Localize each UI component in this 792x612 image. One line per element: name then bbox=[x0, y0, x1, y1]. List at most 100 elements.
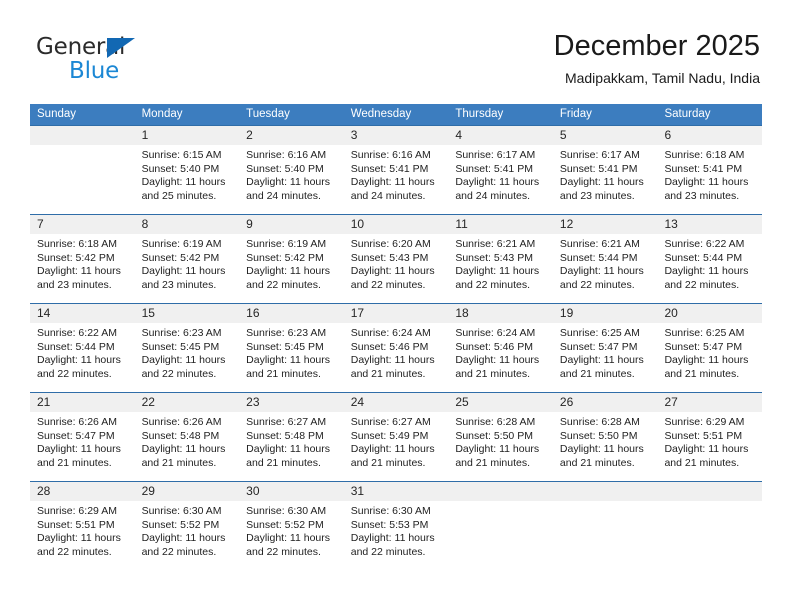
day-info: Sunrise: 6:26 AM Sunset: 5:47 PM Dayligh… bbox=[30, 412, 135, 470]
day-info: Sunrise: 6:28 AM Sunset: 5:50 PM Dayligh… bbox=[553, 412, 658, 470]
day-cell[interactable]: 6 Sunrise: 6:18 AM Sunset: 5:41 PM Dayli… bbox=[657, 126, 763, 214]
day-info: Sunrise: 6:29 AM Sunset: 5:51 PM Dayligh… bbox=[30, 501, 135, 559]
day-number: 28 bbox=[37, 484, 51, 498]
day-cell[interactable]: 29 Sunrise: 6:30 AM Sunset: 5:52 PM Dayl… bbox=[134, 482, 240, 570]
daylight-text: Daylight: 11 hours and 21 minutes. bbox=[350, 443, 435, 469]
day-info: Sunrise: 6:27 AM Sunset: 5:48 PM Dayligh… bbox=[239, 412, 344, 470]
day-cell[interactable]: 4 Sunrise: 6:17 AM Sunset: 5:41 PM Dayli… bbox=[448, 126, 553, 214]
day-cell[interactable]: 12 Sunrise: 6:21 AM Sunset: 5:44 PM Dayl… bbox=[552, 215, 658, 303]
day-number: 10 bbox=[350, 217, 365, 231]
day-cell[interactable]: 20 Sunrise: 6:25 AM Sunset: 5:47 PM Dayl… bbox=[657, 304, 763, 392]
day-info: Sunrise: 6:25 AM Sunset: 5:47 PM Dayligh… bbox=[553, 323, 658, 381]
day-cell[interactable]: 2 Sunrise: 6:16 AM Sunset: 5:40 PM Dayli… bbox=[239, 126, 344, 214]
sunset-text: Sunset: 5:46 PM bbox=[350, 340, 429, 353]
sunrise-text: Sunrise: 6:18 AM bbox=[37, 238, 117, 250]
day-number-band: 14 bbox=[30, 304, 135, 323]
sunset-text: Sunset: 5:42 PM bbox=[141, 251, 220, 264]
daylight-text: Daylight: 11 hours and 23 minutes. bbox=[664, 176, 749, 202]
sunset-text: Sunset: 5:45 PM bbox=[246, 340, 324, 353]
sunrise-text: Sunrise: 6:28 AM bbox=[559, 416, 640, 428]
generalblue-logo[interactable]: General Blue bbox=[36, 34, 216, 92]
daylight-text: Daylight: 11 hours and 21 minutes. bbox=[559, 443, 644, 469]
calendar-page: General Blue December 2025 Madipakkam, T… bbox=[0, 0, 792, 612]
day-cell[interactable]: 19 Sunrise: 6:25 AM Sunset: 5:47 PM Dayl… bbox=[552, 304, 658, 392]
daylight-text: Daylight: 11 hours and 22 minutes. bbox=[37, 532, 121, 558]
day-cell[interactable]: 17 Sunrise: 6:24 AM Sunset: 5:46 PM Dayl… bbox=[343, 304, 449, 392]
weekday-header-monday: Monday bbox=[141, 108, 183, 120]
day-number: 20 bbox=[664, 306, 678, 320]
sunrise-text: Sunrise: 6:25 AM bbox=[664, 327, 745, 339]
day-number: 19 bbox=[559, 306, 574, 320]
sunset-text: Sunset: 5:44 PM bbox=[37, 340, 115, 353]
day-info bbox=[448, 501, 553, 505]
sunrise-text: Sunrise: 6:30 AM bbox=[141, 505, 222, 517]
day-number: 30 bbox=[246, 484, 260, 498]
day-cell[interactable]: 13 Sunrise: 6:22 AM Sunset: 5:44 PM Dayl… bbox=[657, 215, 763, 303]
day-number-band bbox=[448, 482, 553, 501]
day-info: Sunrise: 6:18 AM Sunset: 5:42 PM Dayligh… bbox=[30, 234, 135, 292]
day-number-band: 18 bbox=[448, 304, 553, 323]
day-cell[interactable]: 9 Sunrise: 6:19 AM Sunset: 5:42 PM Dayli… bbox=[239, 215, 344, 303]
day-number: 8 bbox=[141, 217, 149, 231]
logo-text-blue: Blue bbox=[69, 58, 120, 84]
daylight-text: Daylight: 11 hours and 22 minutes. bbox=[37, 354, 121, 380]
sunrise-text: Sunrise: 6:27 AM bbox=[350, 416, 431, 428]
daylight-text: Daylight: 11 hours and 24 minutes. bbox=[455, 176, 540, 202]
day-info: Sunrise: 6:25 AM Sunset: 5:47 PM Dayligh… bbox=[657, 323, 762, 381]
day-cell[interactable]: 5 Sunrise: 6:17 AM Sunset: 5:41 PM Dayli… bbox=[552, 126, 658, 214]
day-number-band: 19 bbox=[552, 304, 658, 323]
daylight-text: Daylight: 11 hours and 22 minutes. bbox=[141, 532, 226, 558]
day-cell[interactable]: 11 Sunrise: 6:21 AM Sunset: 5:43 PM Dayl… bbox=[448, 215, 553, 303]
sunset-text: Sunset: 5:52 PM bbox=[141, 518, 220, 531]
sunset-text: Sunset: 5:41 PM bbox=[664, 162, 743, 175]
day-number: 3 bbox=[350, 128, 358, 142]
week-row: 1 Sunrise: 6:15 AM Sunset: 5:40 PM Dayli… bbox=[30, 125, 763, 214]
day-cell[interactable]: 22 Sunrise: 6:26 AM Sunset: 5:48 PM Dayl… bbox=[134, 393, 240, 481]
day-cell[interactable]: 24 Sunrise: 6:27 AM Sunset: 5:49 PM Dayl… bbox=[343, 393, 449, 481]
day-number-band: 11 bbox=[448, 215, 553, 234]
sunrise-text: Sunrise: 6:25 AM bbox=[559, 327, 640, 339]
day-number: 17 bbox=[350, 306, 365, 320]
day-cell[interactable]: 18 Sunrise: 6:24 AM Sunset: 5:46 PM Dayl… bbox=[448, 304, 553, 392]
day-cell[interactable]: 15 Sunrise: 6:23 AM Sunset: 5:45 PM Dayl… bbox=[134, 304, 240, 392]
daylight-text: Daylight: 11 hours and 22 minutes. bbox=[246, 532, 331, 558]
day-cell[interactable]: 26 Sunrise: 6:28 AM Sunset: 5:50 PM Dayl… bbox=[552, 393, 658, 481]
daylight-text: Daylight: 11 hours and 23 minutes. bbox=[559, 176, 644, 202]
sunset-text: Sunset: 5:44 PM bbox=[664, 251, 743, 264]
day-number-band: 1 bbox=[134, 126, 240, 145]
day-number: 18 bbox=[455, 306, 469, 320]
day-number-band: 23 bbox=[239, 393, 344, 412]
day-cell[interactable]: 21 Sunrise: 6:26 AM Sunset: 5:47 PM Dayl… bbox=[30, 393, 135, 481]
sunset-text: Sunset: 5:42 PM bbox=[37, 251, 115, 264]
day-number-band: 20 bbox=[657, 304, 763, 323]
day-cell[interactable]: 27 Sunrise: 6:29 AM Sunset: 5:51 PM Dayl… bbox=[657, 393, 763, 481]
day-number: 23 bbox=[246, 395, 260, 409]
sunrise-text: Sunrise: 6:23 AM bbox=[246, 327, 327, 339]
day-cell[interactable]: 1 Sunrise: 6:15 AM Sunset: 5:40 PM Dayli… bbox=[134, 126, 240, 214]
day-info: Sunrise: 6:16 AM Sunset: 5:41 PM Dayligh… bbox=[344, 145, 449, 203]
day-info: Sunrise: 6:19 AM Sunset: 5:42 PM Dayligh… bbox=[239, 234, 344, 292]
day-cell[interactable]: 28 Sunrise: 6:29 AM Sunset: 5:51 PM Dayl… bbox=[30, 482, 135, 570]
day-number: 15 bbox=[141, 306, 155, 320]
day-cell[interactable]: 16 Sunrise: 6:23 AM Sunset: 5:45 PM Dayl… bbox=[239, 304, 344, 392]
sunset-text: Sunset: 5:50 PM bbox=[559, 429, 638, 442]
day-cell[interactable]: 10 Sunrise: 6:20 AM Sunset: 5:43 PM Dayl… bbox=[343, 215, 449, 303]
sunset-text: Sunset: 5:50 PM bbox=[455, 429, 533, 442]
day-cell[interactable]: 14 Sunrise: 6:22 AM Sunset: 5:44 PM Dayl… bbox=[30, 304, 135, 392]
day-info: Sunrise: 6:16 AM Sunset: 5:40 PM Dayligh… bbox=[239, 145, 344, 203]
day-number-band bbox=[657, 482, 763, 501]
day-cell[interactable]: 30 Sunrise: 6:30 AM Sunset: 5:52 PM Dayl… bbox=[239, 482, 344, 570]
day-info: Sunrise: 6:26 AM Sunset: 5:48 PM Dayligh… bbox=[135, 412, 240, 470]
day-cell[interactable]: 8 Sunrise: 6:19 AM Sunset: 5:42 PM Dayli… bbox=[134, 215, 240, 303]
day-number-band: 25 bbox=[448, 393, 553, 412]
day-cell[interactable]: 3 Sunrise: 6:16 AM Sunset: 5:41 PM Dayli… bbox=[343, 126, 449, 214]
daylight-text: Daylight: 11 hours and 22 minutes. bbox=[350, 532, 435, 558]
sunrise-text: Sunrise: 6:21 AM bbox=[455, 238, 536, 250]
sunrise-text: Sunrise: 6:28 AM bbox=[455, 416, 536, 428]
calendar-grid: Sunday Monday Tuesday Wednesday Thursday… bbox=[30, 104, 763, 570]
day-cell[interactable]: 7 Sunrise: 6:18 AM Sunset: 5:42 PM Dayli… bbox=[30, 215, 135, 303]
day-cell[interactable]: 25 Sunrise: 6:28 AM Sunset: 5:50 PM Dayl… bbox=[448, 393, 553, 481]
day-number: 2 bbox=[246, 128, 253, 142]
day-cell[interactable]: 31 Sunrise: 6:30 AM Sunset: 5:53 PM Dayl… bbox=[343, 482, 449, 570]
day-cell[interactable]: 23 Sunrise: 6:27 AM Sunset: 5:48 PM Dayl… bbox=[239, 393, 344, 481]
